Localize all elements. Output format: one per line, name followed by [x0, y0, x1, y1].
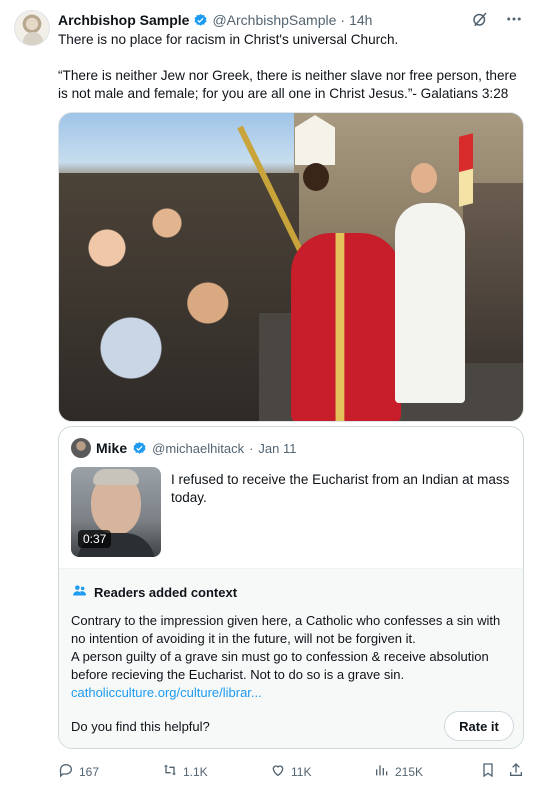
- like-count: 11K: [291, 764, 312, 779]
- note-body-line: Contrary to the impression given here, a…: [71, 613, 501, 646]
- helpful-prompt: Do you find this helpful?: [71, 719, 210, 734]
- heart-icon: [270, 762, 286, 781]
- tweet-text: There is no place for racism in Christ's…: [58, 32, 517, 101]
- quoted-avatar[interactable]: [71, 438, 91, 458]
- quoted-separator: ·: [249, 440, 254, 456]
- reply-action[interactable]: 167: [58, 762, 99, 781]
- share-action[interactable]: [508, 762, 524, 781]
- note-title: Readers added context: [71, 582, 237, 602]
- tweet-header: Archbishop Sample @ArchbishpSample · 14h: [58, 11, 528, 29]
- quoted-date[interactable]: Jan 11: [258, 441, 296, 456]
- tweet-time[interactable]: 14h: [349, 12, 372, 28]
- people-icon: [71, 582, 88, 602]
- note-title-text: Readers added context: [94, 584, 238, 600]
- author-avatar[interactable]: [14, 10, 50, 46]
- tweet[interactable]: Archbishop Sample @ArchbishpSample · 14h…: [0, 0, 539, 787]
- quoted-video-thumbnail[interactable]: 0:37: [71, 467, 161, 557]
- community-note: Readers added context Contrary to the im…: [59, 568, 523, 748]
- like-action[interactable]: 11K: [270, 762, 311, 781]
- note-body: Contrary to the impression given here, a…: [71, 612, 511, 702]
- views-count: 215K: [395, 764, 424, 779]
- more-icon[interactable]: [505, 10, 523, 28]
- bookmark-action[interactable]: [480, 762, 496, 781]
- note-source-link[interactable]: catholicculture.org/culture/librar...: [71, 684, 511, 702]
- repost-count: 1.1K: [183, 764, 208, 779]
- author-name[interactable]: Archbishop Sample: [58, 12, 189, 28]
- tweet-photo[interactable]: [58, 112, 524, 422]
- header-separator: ·: [340, 12, 346, 28]
- reply-count: 167: [79, 764, 100, 779]
- repost-icon: [162, 762, 178, 781]
- repost-action[interactable]: 1.1K: [162, 762, 208, 781]
- quoted-author-name[interactable]: Mike: [96, 440, 127, 456]
- note-body-line: A person guilty of a grave sin must go t…: [71, 649, 489, 682]
- quoted-handle[interactable]: @michaelhitack: [152, 441, 244, 456]
- quoted-text: I refused to receive the Eucharist from …: [171, 472, 510, 505]
- share-icon: [508, 762, 524, 781]
- bookmark-icon: [480, 762, 496, 781]
- top-actions: [471, 10, 523, 28]
- quoted-tweet[interactable]: Mike @michaelhitack · Jan 11 0:37 I refu…: [58, 426, 524, 749]
- reply-icon: [58, 762, 74, 781]
- action-bar: 167 1.1K 11K 215K: [58, 762, 528, 780]
- author-handle[interactable]: @ArchbishpSample: [212, 12, 336, 28]
- rate-it-button[interactable]: Rate it: [444, 711, 514, 741]
- quoted-header: Mike @michaelhitack · Jan 11: [71, 438, 297, 458]
- views-icon: [374, 762, 390, 781]
- quoted-verified-badge-icon: [132, 441, 147, 456]
- grok-icon[interactable]: [471, 10, 489, 28]
- views-action[interactable]: 215K: [374, 762, 423, 781]
- video-duration: 0:37: [78, 530, 112, 548]
- verified-badge-icon: [193, 13, 208, 28]
